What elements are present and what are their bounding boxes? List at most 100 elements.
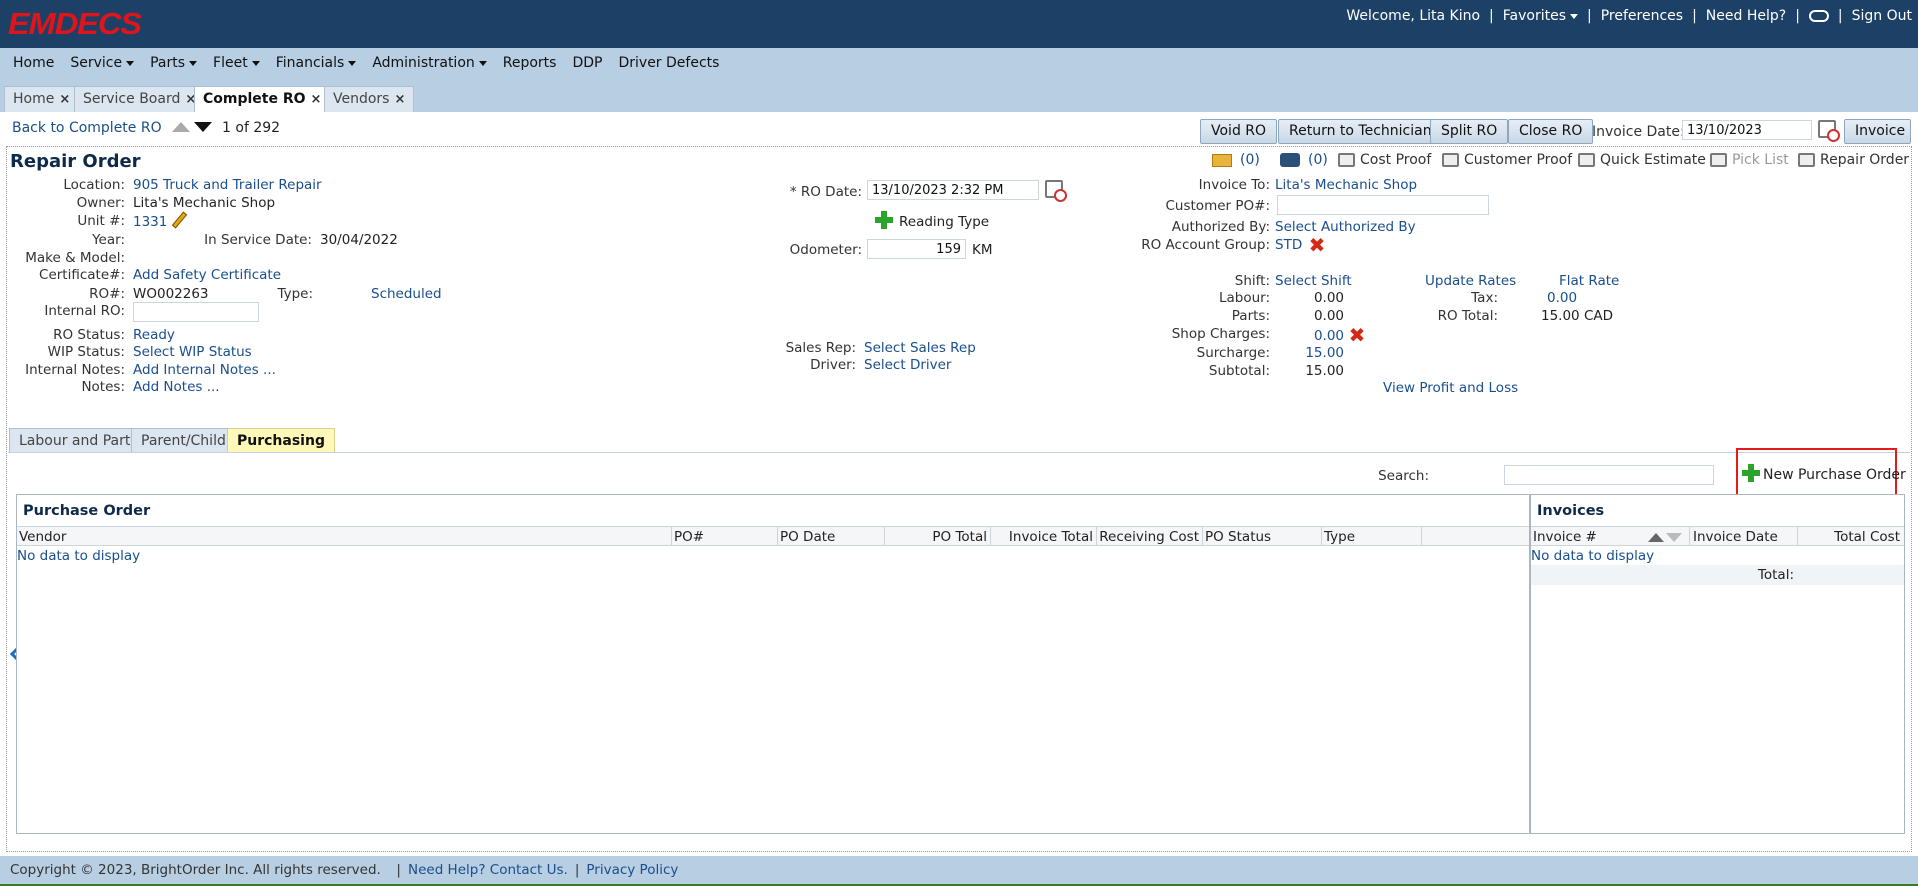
odometer-field[interactable]: 159 [867,239,966,259]
cost-proof-link[interactable]: Cost Proof [1338,152,1431,168]
col-receiving-cost[interactable]: Receiving Cost [1099,529,1199,545]
menu-reports[interactable]: Reports [503,55,557,71]
need-help-link[interactable]: Need Help? [1706,8,1786,24]
tab-vendors[interactable]: Vendors × [324,86,415,112]
col-po-status[interactable]: PO Status [1205,529,1271,545]
calendar-icon[interactable] [1818,120,1840,142]
tab-label: Home [13,91,55,107]
email-link[interactable]: (0) [1212,152,1260,168]
invoice-date-field[interactable]: 13/10/2023 [1682,120,1812,140]
sort-icon[interactable] [1648,531,1682,546]
close-icon[interactable]: × [394,92,405,107]
tax-link[interactable]: 0.00 [1547,290,1577,306]
make-model-label: Make & Model: [25,250,125,266]
shift-link[interactable]: Select Shift [1275,273,1352,289]
tab-complete-ro[interactable]: Complete RO × [194,86,331,113]
surcharge-link[interactable]: 15.00 [1305,345,1344,361]
quick-estimate-link[interactable]: Quick Estimate [1578,152,1706,168]
privacy-policy-link[interactable]: Privacy Policy [586,862,678,878]
notes-label: Notes: [81,379,125,395]
remove-icon[interactable]: ✖ [1348,325,1366,345]
favorites-menu[interactable]: Favorites [1502,8,1579,24]
photos-link[interactable]: (0) [1280,152,1328,168]
customer-proof-link[interactable]: Customer Proof [1442,152,1572,168]
tab-parent-child[interactable]: Parent/Child [131,428,236,453]
void-ro-button[interactable]: Void RO [1200,119,1278,144]
remove-icon[interactable]: ✖ [1308,235,1326,255]
footer: Copyright © 2023, BrightOrder Inc. All r… [0,856,1918,884]
wip-status-link[interactable]: Select WIP Status [133,344,252,360]
col-vendor[interactable]: Vendor [19,529,66,545]
ro-status-label: RO Status: [53,327,125,343]
menu-parts[interactable]: Parts [150,55,198,71]
unit-link[interactable]: 1331 [133,214,167,230]
close-icon[interactable]: × [59,92,70,107]
add-icon[interactable] [1742,464,1760,482]
menu-service[interactable]: Service [70,55,135,71]
labour-value: 0.00 [1313,290,1344,306]
reading-type-link[interactable]: Reading Type [899,214,989,230]
col-total-cost[interactable]: Total Cost [1834,529,1900,545]
ro-date-field[interactable]: 13/10/2023 2:32 PM [867,180,1039,200]
back-link[interactable]: Back to Complete RO [9,120,162,662]
flat-rate-link[interactable]: Flat Rate [1559,273,1619,289]
preferences-link[interactable]: Preferences [1601,8,1683,24]
add-safety-certificate-link[interactable]: Add Safety Certificate [133,267,281,283]
menu-financials[interactable]: Financials [276,55,357,71]
menu-fleet[interactable]: Fleet [213,55,260,71]
col-type[interactable]: Type [1324,529,1355,545]
shop-charges-link[interactable]: 0.00 [1314,328,1344,344]
calendar-icon[interactable] [1045,180,1067,202]
invoice-to-link[interactable]: Lita's Mechanic Shop [1275,177,1417,193]
add-icon[interactable] [875,211,893,229]
customer-po-field[interactable] [1277,195,1489,215]
contact-us-link[interactable]: Need Help? Contact Us. [408,862,568,878]
col-po-date[interactable]: PO Date [780,529,835,545]
return-to-technician-button[interactable]: Return to Technician [1278,119,1443,144]
previous-record-icon[interactable] [172,122,190,132]
favorites-label: Favorites [1502,8,1567,24]
authorized-by-link[interactable]: Select Authorized By [1275,219,1416,235]
tab-purchasing[interactable]: Purchasing [227,428,335,453]
close-ro-button[interactable]: Close RO [1508,119,1594,144]
tab-service-board[interactable]: Service Board × [74,86,206,112]
close-icon[interactable]: × [311,92,322,107]
sales-rep-link[interactable]: Select Sales Rep [864,340,976,356]
location-link[interactable]: 905 Truck and Trailer Repair [133,177,322,193]
add-notes-link[interactable]: Add Notes ... [133,379,220,395]
menu-home[interactable]: Home [13,55,54,71]
ro-account-group-link[interactable]: STD [1275,237,1302,253]
back-label: Back to Complete RO [12,120,162,136]
pick-list-link[interactable]: Pick List [1710,152,1789,168]
repair-order-print-link[interactable]: Repair Order [1798,152,1909,168]
menu-driver-defects[interactable]: Driver Defects [618,55,719,71]
ro-status-link[interactable]: Ready [133,327,175,343]
split-ro-button[interactable]: Split RO [1430,119,1509,144]
tab-labour-and-parts[interactable]: Labour and Parts [9,428,148,453]
sort-ascending-icon [1648,533,1664,542]
internal-ro-field[interactable] [133,302,259,322]
new-purchase-order-button[interactable]: New Purchase Order [1763,467,1906,483]
camera-icon [1280,153,1300,167]
driver-link[interactable]: Select Driver [864,357,951,373]
chat-icon[interactable] [1808,10,1829,22]
col-invoice-number[interactable]: Invoice # [1533,529,1597,545]
menu-administration[interactable]: Administration [372,55,487,71]
type-link[interactable]: Scheduled [371,286,442,302]
update-rates-link[interactable]: Update Rates [1425,273,1516,289]
in-service-date-value: 30/04/2022 [320,232,398,248]
invoice-button[interactable]: Invoice [1844,119,1911,144]
col-invoice-total[interactable]: Invoice Total [1009,529,1093,545]
add-internal-notes-link[interactable]: Add Internal Notes ... [133,362,276,378]
sign-out-link[interactable]: Sign Out [1852,8,1912,24]
col-po-total[interactable]: PO Total [932,529,987,545]
search-input[interactable] [1504,465,1714,485]
tab-label: Complete RO [203,91,306,107]
col-invoice-date[interactable]: Invoice Date [1693,529,1778,545]
col-po-number[interactable]: PO# [674,529,704,545]
tab-home[interactable]: Home × [4,86,80,112]
pick-list-label: Pick List [1732,152,1789,168]
view-profit-loss-link[interactable]: View Profit and Loss [1383,380,1518,396]
next-record-icon[interactable] [194,122,212,132]
menu-ddp[interactable]: DDP [572,55,602,71]
